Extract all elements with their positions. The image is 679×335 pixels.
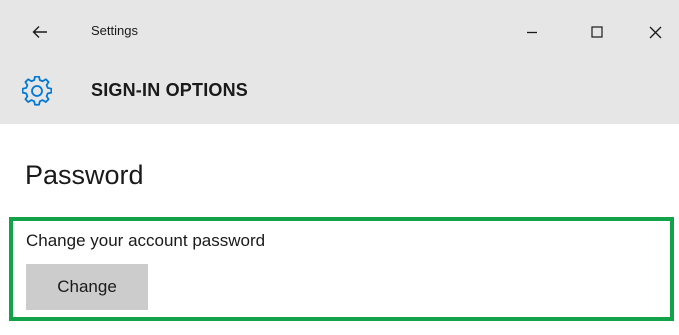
close-button[interactable] xyxy=(637,14,673,50)
settings-window: Settings SIGN-IN OPTIONS Password Change… xyxy=(0,0,679,335)
maximize-icon xyxy=(591,26,603,38)
arrow-left-icon xyxy=(32,26,47,38)
minimize-button[interactable] xyxy=(514,14,550,50)
page-title: Password xyxy=(25,160,144,190)
page-header: SIGN-IN OPTIONS xyxy=(0,62,679,124)
back-button[interactable] xyxy=(24,16,56,48)
gear-icon xyxy=(22,76,52,106)
maximize-button[interactable] xyxy=(579,14,615,50)
minimize-icon xyxy=(527,31,537,34)
title-bar: Settings xyxy=(0,0,679,62)
section-title: SIGN-IN OPTIONS xyxy=(91,80,249,100)
app-title: Settings xyxy=(91,23,138,38)
change-password-button[interactable]: Change xyxy=(26,264,148,310)
close-icon xyxy=(649,26,661,38)
password-description: Change your account password xyxy=(26,231,266,250)
